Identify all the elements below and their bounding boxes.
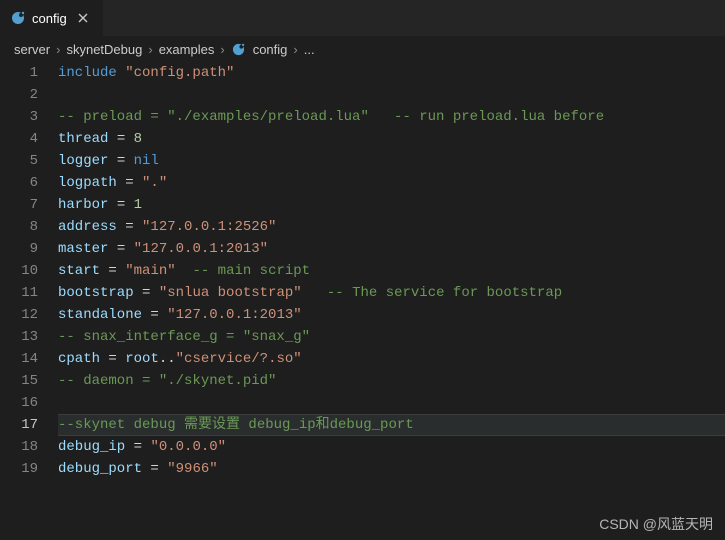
close-icon[interactable] bbox=[73, 8, 93, 28]
line-number: 15 bbox=[0, 370, 38, 392]
line-number: 14 bbox=[0, 348, 38, 370]
code-area[interactable]: include "config.path" -- preload = "./exa… bbox=[58, 62, 725, 540]
line-number: 8 bbox=[0, 216, 38, 238]
line-number: 17 bbox=[0, 414, 38, 436]
scrollbar[interactable] bbox=[712, 62, 725, 540]
line-number: 5 bbox=[0, 150, 38, 172]
code-line[interactable]: logger = nil bbox=[58, 150, 725, 172]
code-line[interactable]: standalone = "127.0.0.1:2013" bbox=[58, 304, 725, 326]
line-number: 2 bbox=[0, 84, 38, 106]
line-number: 16 bbox=[0, 392, 38, 414]
breadcrumb: server › skynetDebug › examples › config… bbox=[0, 36, 725, 62]
code-line[interactable]: thread = 8 bbox=[58, 128, 725, 150]
line-number: 1 bbox=[0, 62, 38, 84]
breadcrumb-trailing[interactable]: ... bbox=[304, 42, 315, 57]
tab-bar: config bbox=[0, 0, 725, 36]
code-line[interactable]: -- snax_interface_g = "snax_g" bbox=[58, 326, 725, 348]
lua-icon bbox=[10, 10, 26, 26]
code-line[interactable]: -- daemon = "./skynet.pid" bbox=[58, 370, 725, 392]
line-number: 19 bbox=[0, 458, 38, 480]
line-number: 13 bbox=[0, 326, 38, 348]
breadcrumb-item-skynetdebug[interactable]: skynetDebug bbox=[66, 42, 142, 57]
chevron-right-icon: › bbox=[218, 42, 226, 57]
line-number: 18 bbox=[0, 436, 38, 458]
line-number: 9 bbox=[0, 238, 38, 260]
chevron-right-icon: › bbox=[291, 42, 299, 57]
code-line[interactable]: --skynet debug 需要设置 debug_ip和debug_port bbox=[58, 414, 725, 436]
tab-config[interactable]: config bbox=[0, 0, 104, 36]
code-line[interactable]: address = "127.0.0.1:2526" bbox=[58, 216, 725, 238]
code-line[interactable]: -- preload = "./examples/preload.lua" --… bbox=[58, 106, 725, 128]
breadcrumb-item-server[interactable]: server bbox=[14, 42, 50, 57]
chevron-right-icon: › bbox=[146, 42, 154, 57]
line-number: 12 bbox=[0, 304, 38, 326]
code-line[interactable]: debug_port = "9966" bbox=[58, 458, 725, 480]
line-number: 10 bbox=[0, 260, 38, 282]
code-line[interactable]: logpath = "." bbox=[58, 172, 725, 194]
code-line[interactable]: include "config.path" bbox=[58, 62, 725, 84]
line-number: 6 bbox=[0, 172, 38, 194]
breadcrumb-item-config[interactable]: config bbox=[253, 42, 288, 57]
code-line[interactable] bbox=[58, 84, 725, 106]
line-number: 11 bbox=[0, 282, 38, 304]
code-line[interactable]: start = "main" -- main script bbox=[58, 260, 725, 282]
code-line[interactable]: harbor = 1 bbox=[58, 194, 725, 216]
code-line[interactable]: master = "127.0.0.1:2013" bbox=[58, 238, 725, 260]
code-line[interactable]: debug_ip = "0.0.0.0" bbox=[58, 436, 725, 458]
lua-icon bbox=[231, 41, 247, 57]
chevron-right-icon: › bbox=[54, 42, 62, 57]
code-line[interactable] bbox=[58, 392, 725, 414]
code-editor[interactable]: 12345678910111213141516171819 include "c… bbox=[0, 62, 725, 540]
tab-title: config bbox=[32, 11, 67, 26]
code-line[interactable]: cpath = root.."cservice/?.so" bbox=[58, 348, 725, 370]
line-number: 7 bbox=[0, 194, 38, 216]
line-number: 4 bbox=[0, 128, 38, 150]
code-line[interactable]: bootstrap = "snlua bootstrap" -- The ser… bbox=[58, 282, 725, 304]
line-number-gutter: 12345678910111213141516171819 bbox=[0, 62, 58, 540]
breadcrumb-item-examples[interactable]: examples bbox=[159, 42, 215, 57]
line-number: 3 bbox=[0, 106, 38, 128]
